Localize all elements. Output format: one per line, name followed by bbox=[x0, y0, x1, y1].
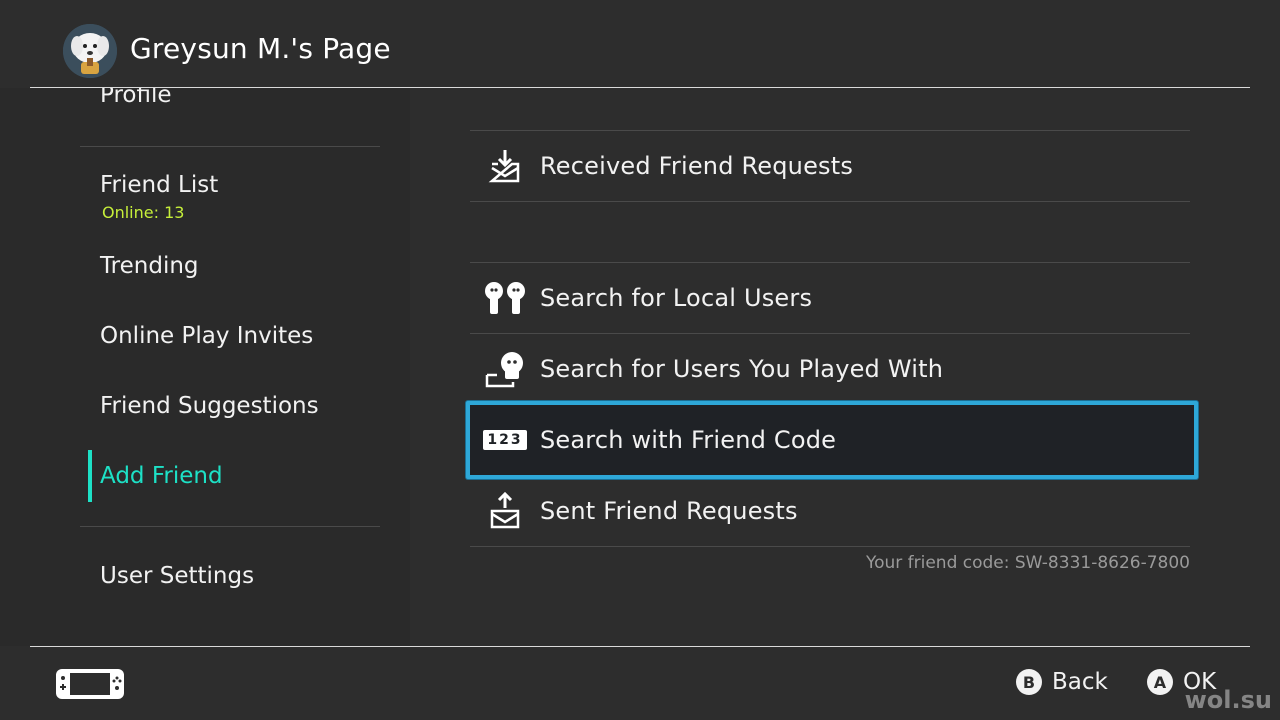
row-divider bbox=[470, 201, 1190, 202]
row-label: Search for Local Users bbox=[540, 284, 813, 312]
search-local-users-row[interactable]: Search for Local Users bbox=[470, 263, 1190, 333]
search-played-with-row[interactable]: Search for Users You Played With bbox=[470, 334, 1190, 404]
friend-code-123-label: 123 bbox=[483, 430, 527, 450]
sidebar-item-trending[interactable]: Trending bbox=[100, 253, 199, 279]
sidebar-item-friend-suggestions[interactable]: Friend Suggestions bbox=[100, 393, 319, 419]
back-button[interactable]: B Back bbox=[1016, 669, 1108, 695]
inbox-download-icon bbox=[470, 131, 540, 201]
row-label: Received Friend Requests bbox=[540, 152, 854, 180]
sidebar-item-profile[interactable]: Profile bbox=[100, 88, 172, 108]
played-with-icon bbox=[470, 334, 540, 404]
row-label: Search with Friend Code bbox=[540, 426, 837, 454]
local-users-icon bbox=[470, 263, 540, 333]
page-title: Greysun M.'s Page bbox=[130, 32, 391, 65]
console-icon bbox=[55, 668, 125, 700]
sidebar-item-user-settings[interactable]: User Settings bbox=[100, 563, 254, 589]
friend-code-123-icon: 123 bbox=[470, 405, 540, 475]
main-panel: Received Friend Requests Search for Loca… bbox=[410, 88, 1280, 646]
row-label: Sent Friend Requests bbox=[540, 497, 798, 525]
sidebar-divider bbox=[80, 146, 380, 147]
received-friend-requests-row[interactable]: Received Friend Requests bbox=[470, 131, 1190, 201]
sidebar-item-add-friend[interactable]: Add Friend bbox=[100, 463, 223, 489]
row-divider bbox=[470, 546, 1190, 547]
outbox-upload-icon bbox=[470, 476, 540, 546]
a-button-icon: A bbox=[1147, 669, 1173, 695]
b-button-icon: B bbox=[1016, 669, 1042, 695]
online-count: Online: 13 bbox=[102, 203, 185, 222]
watermark: wol.su bbox=[1184, 686, 1272, 714]
page-header: Greysun M.'s Page bbox=[0, 0, 1280, 88]
user-avatar[interactable] bbox=[63, 24, 117, 78]
sidebar: Profile Friend List Online: 13 Trending … bbox=[0, 88, 410, 646]
search-friend-code-row[interactable]: 123 Search with Friend Code bbox=[466, 401, 1198, 479]
friend-code-text: Your friend code: SW-8331-8626-7800 bbox=[865, 553, 1190, 573]
footer: B Back A OK wol.su bbox=[0, 647, 1280, 720]
sent-friend-requests-row[interactable]: Sent Friend Requests bbox=[470, 476, 1190, 546]
row-label: Search for Users You Played With bbox=[540, 355, 944, 383]
sidebar-divider bbox=[80, 526, 380, 527]
active-indicator bbox=[88, 450, 92, 502]
back-label: Back bbox=[1052, 669, 1108, 695]
sidebar-item-online-play-invites[interactable]: Online Play Invites bbox=[100, 323, 313, 349]
sidebar-item-friend-list[interactable]: Friend List bbox=[100, 172, 218, 198]
